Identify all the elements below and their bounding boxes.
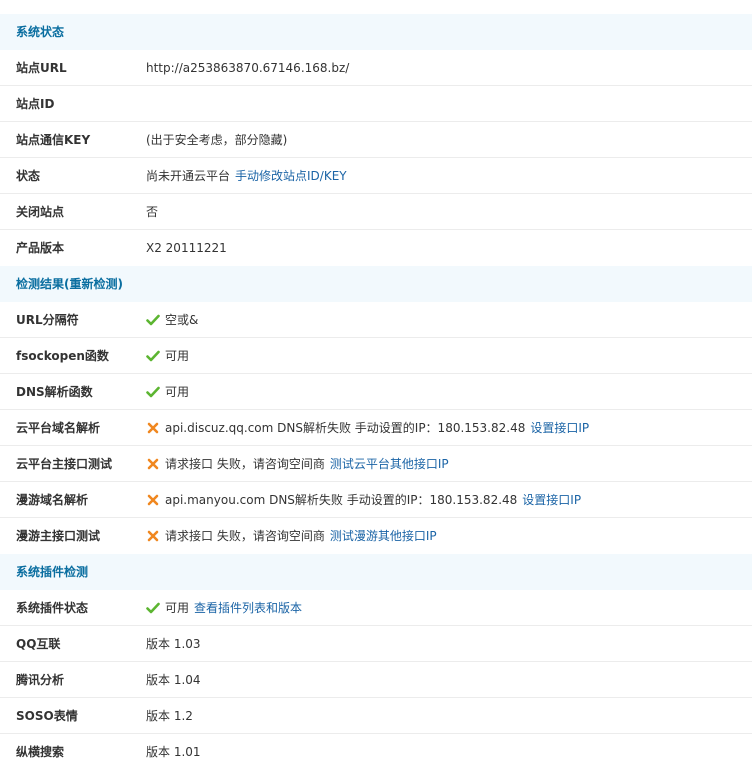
row-site-url: 站点URL http://a253863870.67146.168.bz/ (0, 50, 752, 86)
section-check-results: 检测结果(重新检测) (0, 266, 752, 302)
row-value: 可用 查看插件列表和版本 (146, 590, 302, 626)
row-label: fsockopen函数 (16, 349, 109, 363)
row-close-site: 关闭站点 否 (0, 194, 752, 230)
row-label: 产品版本 (16, 241, 65, 255)
row-value: 版本 1.01 (146, 734, 206, 770)
url-separator-value: 空或& (165, 313, 199, 327)
row-manyou-dns: 漫游域名解析 api.manyou.com DNS解析失败 手动设置的IP：18… (0, 482, 752, 518)
manyou-dns-value: api.manyou.com DNS解析失败 手动设置的IP：180.153.8… (165, 493, 518, 507)
row-value: 可用 (146, 338, 194, 374)
row-label: 云平台域名解析 (16, 421, 101, 435)
row-value: 请求接口 失败，请咨询空间商 测试漫游其他接口IP (146, 518, 437, 554)
row-manyou-main-interface: 漫游主接口测试 请求接口 失败，请咨询空间商 测试漫游其他接口IP (0, 518, 752, 554)
row-cloud-dns: 云平台域名解析 api.discuz.qq.com DNS解析失败 手动设置的I… (0, 410, 752, 446)
check-icon (146, 601, 160, 615)
row-label: 站点ID (16, 97, 55, 111)
row-tencent-analytics: 腾讯分析 版本 1.04 (0, 662, 752, 698)
row-value: http://a253863870.67146.168.bz/ (146, 50, 354, 86)
row-label: QQ互联 (16, 637, 61, 651)
row-qq-connect: QQ互联 版本 1.03 (0, 626, 752, 662)
row-value: api.manyou.com DNS解析失败 手动设置的IP：180.153.8… (146, 482, 581, 518)
row-label: 系统插件状态 (16, 601, 89, 615)
cross-icon (146, 493, 160, 507)
row-label: 站点URL (16, 61, 67, 75)
row-value: 空或& (146, 302, 203, 338)
row-value: (出于安全考虑，部分隐藏) (146, 122, 292, 158)
row-status: 状态 尚未开通云平台 手动修改站点ID/KEY (0, 158, 752, 194)
row-label: 纵横搜索 (16, 745, 65, 759)
edit-site-id-key-link[interactable]: 手动修改站点ID/KEY (235, 158, 347, 194)
row-value: api.discuz.qq.com DNS解析失败 手动设置的IP：180.15… (146, 410, 589, 446)
soso-emoji-version: 版本 1.2 (146, 709, 193, 723)
product-version-value: X2 20111221 (146, 241, 227, 255)
cross-icon (146, 529, 160, 543)
set-interface-ip-link[interactable]: 设置接口IP (522, 482, 581, 518)
row-label: 漫游域名解析 (16, 493, 89, 507)
row-soso-emoji: SOSO表情 版本 1.2 (0, 698, 752, 734)
row-value: 版本 1.2 (146, 698, 198, 734)
cross-icon (146, 421, 160, 435)
row-cloud-main-interface: 云平台主接口测试 请求接口 失败，请咨询空间商 测试云平台其他接口IP (0, 446, 752, 482)
row-value: X2 20111221 (146, 230, 232, 266)
set-interface-ip-link[interactable]: 设置接口IP (530, 410, 589, 446)
zongheng-search-version: 版本 1.01 (146, 745, 201, 759)
manyou-main-interface-value: 请求接口 失败，请咨询空间商 (165, 529, 325, 543)
row-value: 否 (146, 194, 163, 230)
row-label: 状态 (16, 169, 41, 183)
row-value: 可用 (146, 374, 194, 410)
row-zongheng-search: 纵横搜索 版本 1.01 (0, 734, 752, 770)
row-site-key: 站点通信KEY (出于安全考虑，部分隐藏) (0, 122, 752, 158)
row-label: 站点通信KEY (16, 133, 91, 147)
fsockopen-value: 可用 (165, 349, 190, 363)
check-icon (146, 349, 160, 363)
status-value: 尚未开通云平台 (146, 169, 231, 183)
row-label: URL分隔符 (16, 313, 79, 327)
row-value: 版本 1.04 (146, 662, 206, 698)
row-url-separator: URL分隔符 空或& (0, 302, 752, 338)
cloud-main-interface-value: 请求接口 失败，请咨询空间商 (165, 457, 325, 471)
section-system-status: 系统状态 (0, 14, 752, 50)
row-fsockopen: fsockopen函数 可用 (0, 338, 752, 374)
tencent-analytics-version: 版本 1.04 (146, 673, 201, 687)
cross-icon (146, 457, 160, 471)
row-label: 漫游主接口测试 (16, 529, 101, 543)
row-value (146, 86, 151, 122)
cloud-dns-value: api.discuz.qq.com DNS解析失败 手动设置的IP：180.15… (165, 421, 526, 435)
site-key-value: (出于安全考虑，部分隐藏) (146, 133, 288, 147)
plugin-status-value: 可用 (165, 601, 190, 615)
row-value: 尚未开通云平台 手动修改站点ID/KEY (146, 158, 347, 194)
row-value: 版本 1.03 (146, 626, 206, 662)
test-manyou-other-ip-link[interactable]: 测试漫游其他接口IP (330, 518, 437, 554)
row-plugin-status: 系统插件状态 可用 查看插件列表和版本 (0, 590, 752, 626)
row-label: 关闭站点 (16, 205, 65, 219)
check-icon (146, 313, 160, 327)
row-product-version: 产品版本 X2 20111221 (0, 230, 752, 266)
row-site-id: 站点ID (0, 86, 752, 122)
view-plugin-list-link[interactable]: 查看插件列表和版本 (194, 590, 302, 626)
site-url-value: http://a253863870.67146.168.bz/ (146, 61, 350, 75)
qq-connect-version: 版本 1.03 (146, 637, 201, 651)
close-site-value: 否 (146, 205, 159, 219)
row-dns-function: DNS解析函数 可用 (0, 374, 752, 410)
cloud-status-page: 系统状态 站点URL http://a253863870.67146.168.b… (0, 0, 752, 770)
row-value: 请求接口 失败，请咨询空间商 测试云平台其他接口IP (146, 446, 449, 482)
row-label: 腾讯分析 (16, 673, 65, 687)
dns-function-value: 可用 (165, 385, 190, 399)
row-label: 云平台主接口测试 (16, 457, 113, 471)
test-cloud-other-ip-link[interactable]: 测试云平台其他接口IP (330, 446, 449, 482)
check-icon (146, 385, 160, 399)
row-label: SOSO表情 (16, 709, 78, 723)
row-label: DNS解析函数 (16, 385, 93, 399)
section-plugin-check: 系统插件检测 (0, 554, 752, 590)
